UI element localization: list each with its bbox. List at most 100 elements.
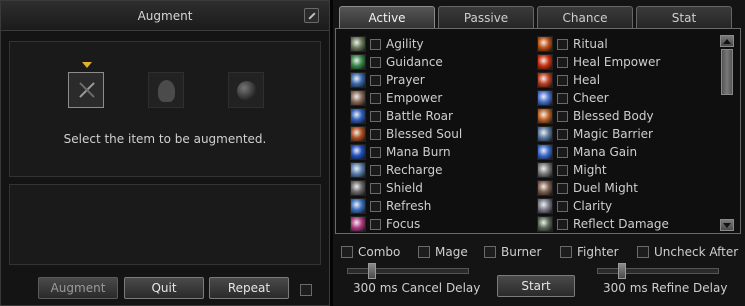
- gemstone-slot[interactable]: [228, 72, 264, 108]
- heal-icon: [537, 72, 553, 88]
- option-label: Combo: [358, 245, 401, 259]
- recharge-icon: [350, 162, 366, 178]
- heal-empower-icon: [537, 54, 553, 70]
- skill-checkbox[interactable]: [557, 147, 568, 158]
- skill-checkbox[interactable]: [557, 129, 568, 140]
- augment-title: Augment: [1, 1, 329, 31]
- refine-delay-slider-thumb[interactable]: [618, 263, 626, 279]
- skill-name: Heal: [573, 73, 601, 87]
- mana-gain-icon: [537, 144, 553, 160]
- minimize-icon[interactable]: [304, 8, 319, 23]
- augment-result-panel: [9, 184, 321, 265]
- gemstone-icon: [237, 81, 257, 101]
- skill-name: Blessed Body: [573, 109, 654, 123]
- focus-icon: [350, 216, 366, 232]
- scroll-up-icon[interactable]: [720, 35, 734, 47]
- magic-barrier-icon: [537, 126, 553, 142]
- refine-delay-slider[interactable]: [597, 263, 719, 279]
- cheer-icon: [537, 90, 553, 106]
- skill-name: Mana Gain: [573, 145, 638, 159]
- life-stone-slot[interactable]: [148, 72, 184, 108]
- prayer-icon: [350, 72, 366, 88]
- skill-checkbox[interactable]: [370, 165, 381, 176]
- skill-checkbox[interactable]: [557, 201, 568, 212]
- scroll-down-icon[interactable]: [720, 219, 734, 231]
- blessed-soul-icon: [350, 126, 366, 142]
- skill-name: Prayer: [386, 73, 425, 87]
- weapon-slot[interactable]: [68, 72, 104, 108]
- start-button[interactable]: Start: [497, 275, 575, 297]
- skill-checkbox[interactable]: [370, 111, 381, 122]
- option-label: Uncheck After: [654, 245, 739, 259]
- tab-active[interactable]: Active: [339, 6, 435, 28]
- skill-checkbox[interactable]: [557, 219, 568, 230]
- skill-name: Focus: [386, 217, 421, 231]
- skill-checkbox[interactable]: [370, 39, 381, 50]
- quit-button[interactable]: Quit: [124, 277, 204, 299]
- skill-checkbox[interactable]: [557, 57, 568, 68]
- skill-checkbox[interactable]: [370, 147, 381, 158]
- augment-instruction: Select the item to be augmented.: [63, 132, 267, 146]
- combo-checkbox[interactable]: [341, 246, 353, 258]
- skill-name: Might: [573, 163, 607, 177]
- blessed-body-icon: [537, 108, 553, 124]
- skill-name: Reflect Damage: [573, 217, 669, 231]
- skill-name: Shield: [386, 181, 423, 195]
- ritual-icon: [537, 36, 553, 52]
- tab-passive[interactable]: Passive: [438, 6, 534, 28]
- skill-checkbox[interactable]: [370, 183, 381, 194]
- tab-chance[interactable]: Chance: [537, 6, 633, 28]
- shield-icon: [350, 180, 366, 196]
- repeat-checkbox[interactable]: [300, 284, 312, 296]
- skill-checkbox[interactable]: [370, 219, 381, 230]
- autocast-window: Active Passive Chance Stat Agility Guidan…: [333, 0, 745, 306]
- skill-name: Recharge: [386, 163, 443, 177]
- tab-stat[interactable]: Stat: [636, 6, 732, 28]
- skill-name: Duel Might: [573, 181, 638, 195]
- augment-slot-panel: Select the item to be augmented.: [9, 41, 321, 177]
- empower-icon: [350, 90, 366, 106]
- skill-checkbox[interactable]: [370, 75, 381, 86]
- reflect-damage-icon: [537, 216, 553, 232]
- uncheck-after-checkbox[interactable]: [637, 246, 649, 258]
- skill-name: Heal Empower: [573, 55, 661, 69]
- scroll-thumb[interactable]: [721, 49, 733, 95]
- skill-name: Clarity: [573, 199, 613, 213]
- option-label: Mage: [435, 245, 468, 259]
- cancel-delay-slider-thumb[interactable]: [368, 263, 376, 279]
- repeat-button[interactable]: Repeat: [209, 277, 289, 299]
- skill-name: Empower: [386, 91, 443, 105]
- skill-checkbox[interactable]: [370, 129, 381, 140]
- augment-button[interactable]: Augment: [38, 277, 118, 299]
- duel-might-icon: [537, 180, 553, 196]
- skill-checkbox[interactable]: [557, 165, 568, 176]
- mage-checkbox[interactable]: [418, 246, 430, 258]
- battle-roar-icon: [350, 108, 366, 124]
- cancel-delay-slider[interactable]: [347, 263, 469, 279]
- skill-checkbox[interactable]: [370, 57, 381, 68]
- burner-checkbox[interactable]: [484, 246, 496, 258]
- cancel-delay-label: 300 ms Cancel Delay: [353, 281, 481, 295]
- skill-name: Cheer: [573, 91, 609, 105]
- skill-name: Blessed Soul: [386, 127, 463, 141]
- life-stone-icon: [158, 80, 175, 102]
- skill-checkbox[interactable]: [557, 111, 568, 122]
- skill-checkbox[interactable]: [557, 75, 568, 86]
- skill-checkbox[interactable]: [557, 183, 568, 194]
- skill-checkbox[interactable]: [557, 39, 568, 50]
- skill-name: Magic Barrier: [573, 127, 653, 141]
- skill-name: Agility: [386, 37, 424, 51]
- skill-name: Mana Burn: [386, 145, 451, 159]
- skill-checkbox[interactable]: [370, 93, 381, 104]
- skill-checkbox[interactable]: [370, 201, 381, 212]
- skill-name: Refresh: [386, 199, 432, 213]
- skill-checkbox[interactable]: [557, 93, 568, 104]
- guidance-icon: [350, 54, 366, 70]
- fighter-checkbox[interactable]: [560, 246, 572, 258]
- skill-list-scrollbar[interactable]: [720, 35, 734, 231]
- option-label: Burner: [501, 245, 542, 259]
- might-icon: [537, 162, 553, 178]
- refine-delay-label: 300 ms Refine Delay: [603, 281, 728, 295]
- skill-list: Agility Guidance Prayer Empower Battle Roar B…: [335, 28, 741, 234]
- clarity-icon: [537, 198, 553, 214]
